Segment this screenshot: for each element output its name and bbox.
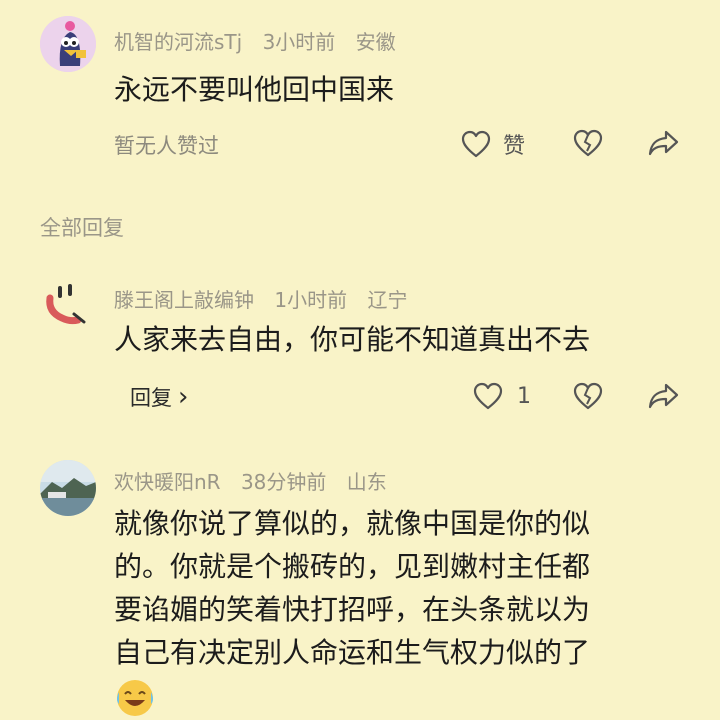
timestamp: 1小时前 [274,288,348,312]
comment-text: 永远不要叫他回中国来 [114,73,395,106]
share-arrow-icon [648,382,680,410]
reply-text-line: 就像你说了算似的，就像中国是你的似 [114,507,591,540]
reply-meta: 滕王阁上敲编钟 1小时前 辽宁 [114,284,421,313]
timestamp: 38分钟前 [240,470,327,494]
reply-text-line: 的。你就是个搬砖的，见到嫩村主任都 [114,550,591,583]
heart-icon [461,130,491,158]
location: 安徽 [355,30,396,54]
reply-text: 人家来去自由，你可能不知道真出不去 [114,323,591,356]
like-button[interactable]: 赞 [461,128,525,160]
avatar-landscape-icon [40,460,96,516]
reply-text: 就像你说了算似的，就像中国是你的似 的。你就是个搬砖的，见到嫩村主任都 要谄媚的… [114,502,704,674]
no-likes-text: 暂无人赞过 [114,134,219,158]
crying-laughing-emoji-icon [113,676,157,720]
heart-icon [473,382,503,410]
like-count: 1 [517,383,531,409]
dislike-button[interactable] [573,382,603,414]
comment-meta: 机智的河流sTj 3小时前 安徽 [114,26,410,55]
username[interactable]: 欢快暖阳nR [114,470,221,494]
reply-label: 回复 [130,386,172,410]
avatar-commenter[interactable] [40,16,96,72]
like-label: 赞 [503,134,526,159]
share-arrow-icon [648,129,680,157]
reply-text-line: 自己有决定别人命运和生气权力似的了 [114,636,591,669]
broken-heart-icon [573,382,603,410]
avatar-reply1[interactable] [40,278,96,334]
timestamp: 3小时前 [262,30,336,54]
username[interactable]: 滕王阁上敲编钟 [114,288,254,312]
reply-meta: 欢快暖阳nR 38分钟前 山东 [114,466,401,495]
avatar-doodle-icon [46,284,86,325]
broken-heart-icon [573,129,603,157]
share-button[interactable] [648,382,680,414]
reply-button[interactable]: 回复 › [130,382,188,412]
chevron-right-icon: › [178,382,189,412]
location: 山东 [346,470,387,494]
like-button[interactable]: 1 [473,382,531,410]
location: 辽宁 [367,288,408,312]
username[interactable]: 机智的河流sTj [114,30,242,54]
avatar-reply2[interactable] [40,460,96,516]
reply-text-line: 要谄媚的笑着快打招呼，在头条就以为 [114,593,591,626]
avatar-bird-icon [40,16,96,72]
share-button[interactable] [648,129,680,161]
dislike-button[interactable] [573,129,603,161]
section-title-all-replies: 全部回复 [40,216,124,240]
